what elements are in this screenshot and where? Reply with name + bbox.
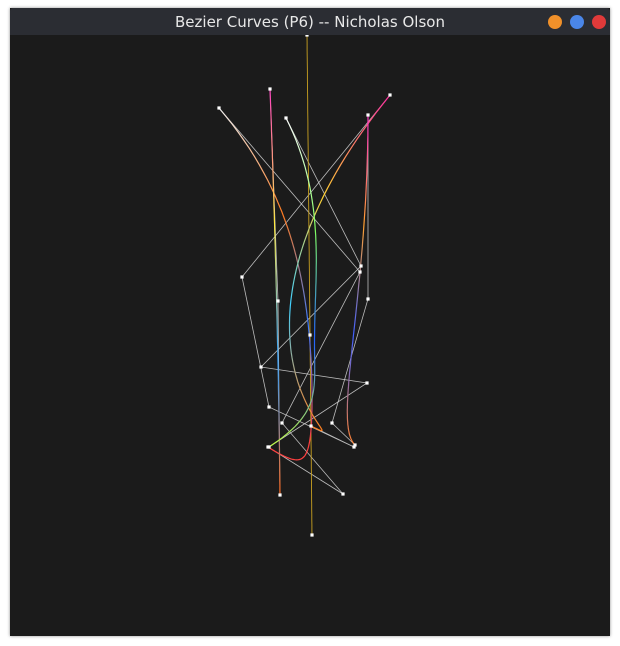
curve-2-control-point-1[interactable]: [358, 270, 362, 274]
curve-6-control-point-4[interactable]: [267, 445, 271, 449]
curve-5-control-point-0[interactable]: [366, 113, 370, 117]
curve-6-control-point-0[interactable]: [284, 116, 288, 120]
curve-3-control-point-1[interactable]: [240, 275, 244, 279]
curve-1-control-point-2[interactable]: [310, 533, 314, 537]
curve-1-control-point-0[interactable]: [305, 35, 309, 37]
curve-6-control-point-2[interactable]: [259, 365, 263, 369]
curve-2-control-point-0[interactable]: [217, 106, 221, 110]
curve-2-control-point-2[interactable]: [280, 421, 284, 425]
curve-5-control-point-2[interactable]: [330, 421, 334, 425]
curve-5-control-point-1[interactable]: [366, 297, 370, 301]
window-title: Bezier Curves (P6) -- Nicholas Olson: [175, 13, 445, 31]
curve-5-control-point-3[interactable]: [353, 443, 357, 447]
bezier-scene: [10, 35, 610, 636]
close-button[interactable]: [592, 15, 606, 29]
curve-2-control-point-3[interactable]: [341, 492, 345, 496]
curve-4-control-point-0[interactable]: [268, 87, 272, 91]
curve-3-control-point-2[interactable]: [267, 405, 271, 409]
curve-3-control-point-0[interactable]: [388, 93, 392, 97]
curve-4-control-point-2[interactable]: [278, 493, 282, 497]
drawing-canvas[interactable]: [10, 35, 610, 636]
curve-3-control-point-4[interactable]: [309, 424, 313, 428]
app-window: Bezier Curves (P6) -- Nicholas Olson: [10, 8, 610, 636]
curve-6-control-point-3[interactable]: [365, 381, 369, 385]
curve-4-control-point-1[interactable]: [276, 299, 280, 303]
maximize-button[interactable]: [570, 15, 584, 29]
curve-6-control-point-1[interactable]: [359, 264, 363, 268]
minimize-button[interactable]: [548, 15, 562, 29]
curve-1-control-point-1[interactable]: [308, 333, 312, 337]
title-bar[interactable]: Bezier Curves (P6) -- Nicholas Olson: [10, 8, 610, 35]
